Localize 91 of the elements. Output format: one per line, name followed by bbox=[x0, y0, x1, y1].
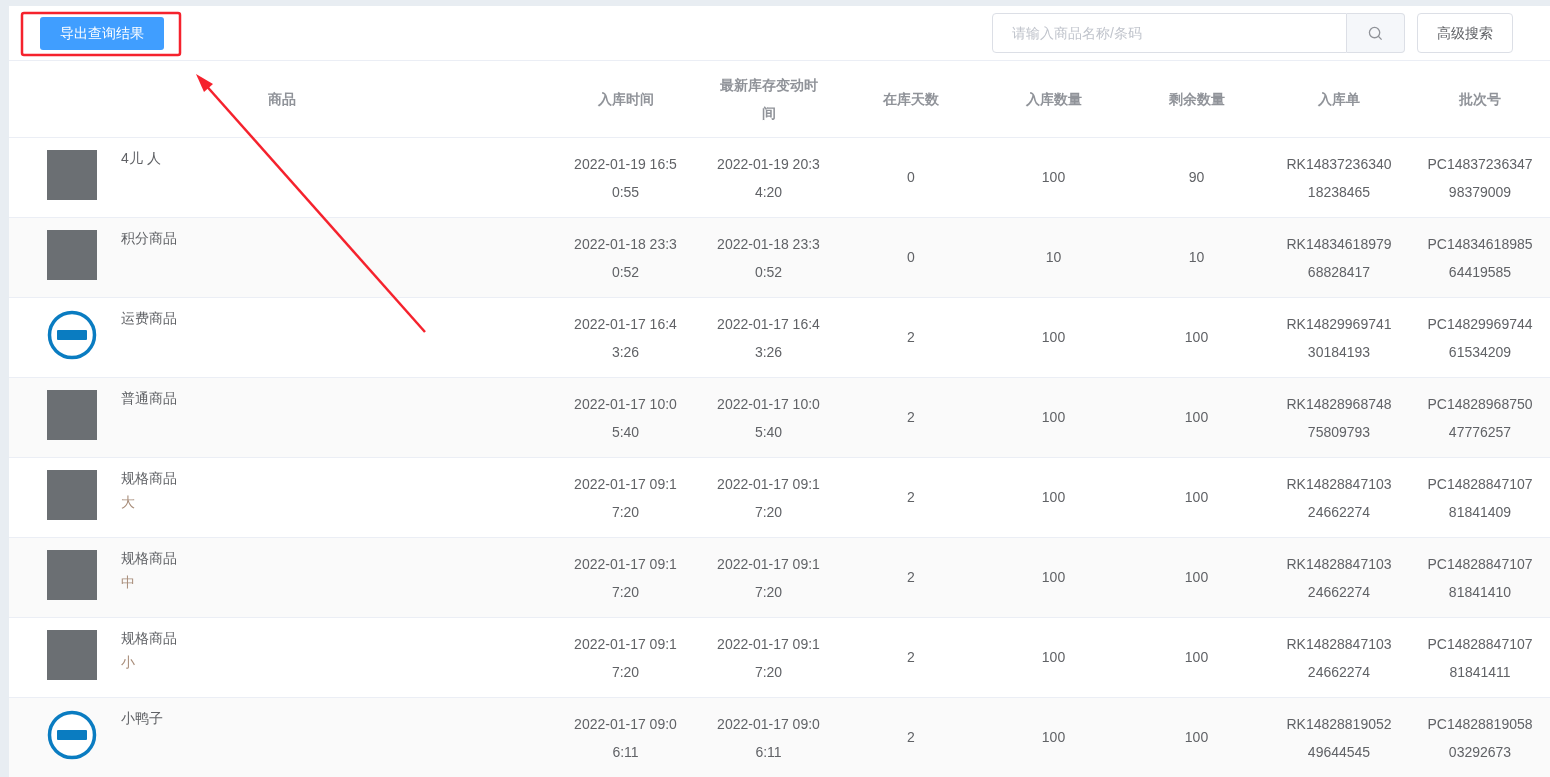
table-cell-text: 100 bbox=[1041, 168, 1066, 187]
photo-placeholder bbox=[47, 150, 97, 200]
column-header: 最新库存变动时间 bbox=[718, 76, 819, 123]
spec-label: 小 bbox=[121, 654, 136, 670]
table-cell-text: PC1482884710781841410 bbox=[1426, 554, 1534, 602]
product-name: 规格商品 bbox=[121, 550, 177, 566]
table-cell-text: 100 bbox=[1041, 728, 1066, 747]
table-cell-text: 2022-01-17 09:17:20 bbox=[716, 634, 821, 682]
photo-placeholder bbox=[47, 550, 97, 600]
table-cell-text: 2022-01-19 20:34:20 bbox=[716, 154, 821, 202]
table-cell-text: 0 bbox=[907, 168, 915, 187]
search-button[interactable] bbox=[1347, 13, 1405, 53]
table-cell-text: 2022-01-17 10:05:40 bbox=[573, 394, 678, 442]
table-cell-text: 100 bbox=[1184, 728, 1209, 747]
table-cell-text: 2022-01-19 16:50:55 bbox=[573, 154, 678, 202]
spec-label: 中 bbox=[121, 574, 136, 590]
table-cell-text: PC1482884710781841411 bbox=[1426, 634, 1534, 682]
table-cell-text: RK1482884710324662274 bbox=[1285, 474, 1393, 522]
table-cell-text: RK1482896874875809793 bbox=[1285, 394, 1393, 442]
table-cell-text: 2 bbox=[907, 328, 915, 347]
table-cell-text: 2 bbox=[907, 648, 915, 667]
table-cell-text: RK1482884710324662274 bbox=[1285, 634, 1393, 682]
table-cell-text: PC1483723634798379009 bbox=[1426, 154, 1534, 202]
table-cell-text: 100 bbox=[1041, 648, 1066, 667]
table-cell-text: PC1483461898564419585 bbox=[1426, 234, 1534, 282]
column-header: 商品 bbox=[267, 89, 296, 109]
table-cell-text: 10 bbox=[1045, 248, 1062, 267]
table-cell-text: 100 bbox=[1184, 648, 1209, 667]
table-cell-text: 100 bbox=[1041, 328, 1066, 347]
table-cell-text: 2022-01-18 23:30:52 bbox=[716, 234, 821, 282]
table-cell-text: 100 bbox=[1041, 568, 1066, 587]
product-name: 规格商品 bbox=[121, 630, 177, 646]
column-header: 入库单 bbox=[1318, 89, 1360, 109]
table-cell-text: 2022-01-17 09:06:11 bbox=[573, 714, 678, 762]
product-name: 规格商品 bbox=[121, 470, 177, 486]
logo-icon bbox=[47, 710, 97, 760]
table-cell-text: RK1483723634018238465 bbox=[1285, 154, 1393, 202]
table-cell-text: 100 bbox=[1184, 328, 1209, 347]
photo-placeholder bbox=[47, 630, 97, 680]
product-name: 4儿 人 bbox=[121, 150, 161, 166]
product-name: 普通商品 bbox=[121, 390, 177, 406]
table-cell-text: 2022-01-17 09:17:20 bbox=[716, 474, 821, 522]
logo-icon bbox=[47, 310, 97, 360]
table-cell-text: PC1482896875047776257 bbox=[1426, 394, 1534, 442]
table-cell-text: 2022-01-17 09:06:11 bbox=[716, 714, 821, 762]
table-cell-text: PC1482884710781841409 bbox=[1426, 474, 1534, 522]
photo-placeholder bbox=[47, 230, 97, 280]
table-cell-text: 2 bbox=[907, 728, 915, 747]
column-header: 剩余数量 bbox=[1168, 89, 1225, 109]
advanced-search-button[interactable]: 高级搜索 bbox=[1417, 13, 1513, 53]
table-cell-text: 2022-01-17 09:17:20 bbox=[573, 554, 678, 602]
table-cell-text: 2022-01-17 09:17:20 bbox=[573, 634, 678, 682]
table-cell-text: RK1482884710324662274 bbox=[1285, 554, 1393, 602]
table-cell-text: 90 bbox=[1188, 168, 1205, 187]
column-header: 在库天数 bbox=[883, 89, 939, 109]
table-cell-text: 100 bbox=[1184, 488, 1209, 507]
product-name: 小鸭子 bbox=[121, 710, 163, 726]
photo-placeholder bbox=[47, 390, 97, 440]
table-cell-text: 100 bbox=[1041, 408, 1066, 427]
product-name: 运费商品 bbox=[121, 310, 177, 326]
table-cell-text: 2022-01-18 23:30:52 bbox=[573, 234, 678, 282]
column-header: 批次号 bbox=[1459, 89, 1501, 109]
table-cell-text: PC1482996974461534209 bbox=[1426, 314, 1534, 362]
table-cell-text: 10 bbox=[1188, 248, 1205, 267]
table-cell-text: PC1482881905803292673 bbox=[1426, 714, 1534, 762]
spec-label: 大 bbox=[121, 494, 136, 510]
table-cell-text: 2022-01-17 09:17:20 bbox=[716, 554, 821, 602]
table-cell-text: RK1482996974130184193 bbox=[1285, 314, 1393, 362]
table-cell-text: 2 bbox=[907, 488, 915, 507]
table-row[interactable]: 小鸭子 2022-01-17 09:06:11 2022-01-17 09:06:11 2 100 100 RK1482881905249644545 PC1482881905803292673 bbox=[9, 698, 1550, 777]
table-row[interactable]: 普通商品 2022-01-17 10:05:40 2022-01-17 10:05:40 2 100 100 RK1482896874875809793 PC1482896875047776257 bbox=[9, 378, 1550, 458]
table-cell-text: RK1482881905249644545 bbox=[1285, 714, 1393, 762]
table-cell-text: 2022-01-17 16:43:26 bbox=[716, 314, 821, 362]
photo-placeholder bbox=[47, 470, 97, 520]
table-cell-text: 100 bbox=[1184, 408, 1209, 427]
table-cell-text: 2022-01-17 10:05:40 bbox=[716, 394, 821, 442]
product-name: 积分商品 bbox=[121, 230, 177, 246]
table-row[interactable]: 规格商品 中 2022-01-17 09:17:20 2022-01-17 09:17:20 2 100 100 RK1482884710324662274 PC1482884710781841410 bbox=[9, 538, 1550, 618]
column-header: 入库数量 bbox=[1025, 89, 1082, 109]
table-cell-text: 100 bbox=[1041, 488, 1066, 507]
table-cell-text: 2 bbox=[907, 568, 915, 587]
table-cell-text: 2022-01-17 16:43:26 bbox=[573, 314, 678, 362]
table-cell-text: RK1483461897968828417 bbox=[1285, 234, 1393, 282]
table-cell-text: 0 bbox=[907, 248, 915, 267]
search-icon bbox=[1368, 25, 1383, 41]
table-cell-text: 2 bbox=[907, 408, 915, 427]
search-field[interactable]: 请输入商品名称/条码 bbox=[992, 13, 1347, 53]
table-cell-text: 100 bbox=[1184, 568, 1209, 587]
table-cell-text: 2022-01-17 09:17:20 bbox=[573, 474, 678, 522]
column-header: 入库时间 bbox=[597, 89, 654, 109]
table-row[interactable]: 积分商品 2022-01-18 23:30:52 2022-01-18 23:30:52 0 10 10 RK1483461897968828417 PC1483461898564419585 bbox=[9, 218, 1550, 298]
